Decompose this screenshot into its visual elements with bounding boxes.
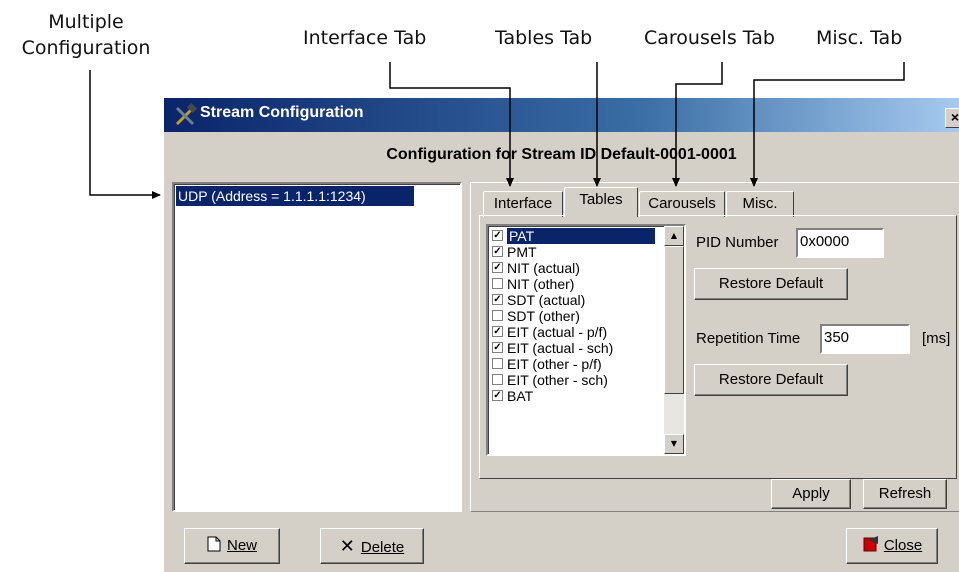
stream-configuration-window: Stream Configuration × Configuration for… (164, 98, 959, 572)
repetition-restore-default-button[interactable]: Restore Default (694, 364, 848, 396)
new-button-label: New (226, 537, 257, 554)
callout-multiple-line1: Multiple (48, 11, 124, 33)
tab-misc[interactable]: Misc. (726, 191, 794, 217)
scrollbar-thumb[interactable] (664, 246, 684, 394)
table-list-item[interactable]: ✓ EIT (actual - sch) (490, 340, 662, 356)
tables-tab-panel: ✓ PAT ✓ PMT ✓ NIT (actual) NIT (other) ✓ SDT (ac… (479, 215, 957, 479)
new-button[interactable]: New (184, 528, 280, 564)
arrow-multiple-configuration (89, 70, 161, 199)
table-list-item-label: PAT (507, 228, 655, 244)
checkbox-unchecked-icon[interactable] (492, 358, 503, 369)
table-list-item-label: EIT (other - p/f) (507, 356, 602, 372)
table-list-item[interactable]: ✓ NIT (actual) (490, 260, 662, 276)
configuration-list[interactable]: UDP (Address = 1.1.1.1:1234) (172, 182, 462, 512)
checkbox-unchecked-icon[interactable] (492, 278, 503, 289)
delete-button[interactable]: ✕ Delete (320, 528, 424, 564)
tables-list-scrollbar[interactable]: ▲ ▼ (664, 226, 684, 454)
table-list-item-label: EIT (actual - sch) (507, 340, 614, 356)
close-button[interactable]: Close (846, 528, 938, 564)
close-icon[interactable]: × (945, 108, 959, 128)
refresh-button[interactable]: Refresh (863, 479, 947, 509)
repetition-time-label: Repetition Time (696, 330, 801, 347)
bottom-button-bar: New ✕ Delete Close (164, 512, 959, 572)
checkbox-unchecked-icon[interactable] (492, 374, 503, 385)
tables-list[interactable]: ✓ PAT ✓ PMT ✓ NIT (actual) NIT (other) ✓ SDT (ac… (486, 224, 686, 456)
delete-x-icon: ✕ (339, 536, 355, 556)
callout-multiple-line2: Configuration (21, 37, 151, 59)
delete-button-label: Delete (360, 539, 405, 556)
checkbox-checked-icon[interactable]: ✓ (492, 390, 503, 401)
table-list-item-label: EIT (actual - p/f) (507, 324, 608, 340)
scroll-up-icon[interactable]: ▲ (664, 226, 684, 246)
pid-restore-default-button[interactable]: Restore Default (694, 268, 848, 300)
configuration-list-item[interactable]: UDP (Address = 1.1.1.1:1234) (176, 186, 414, 206)
table-list-item-label: SDT (actual) (507, 292, 586, 308)
table-list-item-label: NIT (other) (507, 276, 575, 292)
exit-door-icon (863, 536, 878, 552)
tools-icon (175, 103, 197, 126)
table-list-item[interactable]: NIT (other) (490, 276, 662, 292)
close-button-label: Close (883, 537, 923, 554)
checkbox-checked-icon[interactable]: ✓ (492, 230, 503, 241)
pid-number-field[interactable]: 0x0000 (796, 228, 884, 258)
table-list-item-label: BAT (507, 388, 534, 404)
table-list-item-label: PMT (507, 244, 537, 260)
checkbox-checked-icon[interactable]: ✓ (492, 342, 503, 353)
table-list-item-label: EIT (other - sch) (507, 372, 608, 388)
repetition-unit-label: [ms] (922, 330, 951, 347)
callout-carousels-tab: Carousels Tab (644, 27, 775, 49)
scroll-down-icon[interactable]: ▼ (664, 434, 684, 454)
checkbox-checked-icon[interactable]: ✓ (492, 294, 503, 305)
checkbox-checked-icon[interactable]: ✓ (492, 262, 503, 273)
callout-tables-tab: Tables Tab (495, 27, 593, 49)
callout-misc-tab: Misc. Tab (816, 27, 903, 49)
table-list-item-label: SDT (other) (507, 308, 580, 324)
table-list-item-label: NIT (actual) (507, 260, 580, 276)
table-list-item[interactable]: EIT (other - sch) (490, 372, 662, 388)
pid-number-label: PID Number (696, 234, 779, 251)
configuration-heading: Configuration for Stream ID Default-0001… (386, 146, 737, 163)
tab-carousels[interactable]: Carousels (639, 191, 725, 217)
window-title: Stream Configuration (200, 104, 364, 121)
tab-area: Interface Tables Carousels Misc. ✓ PAT ✓ PM… (470, 182, 959, 512)
title-bar[interactable]: Stream Configuration × (164, 98, 959, 132)
table-list-item[interactable]: SDT (other) (490, 308, 662, 324)
repetition-time-field[interactable]: 350 (820, 324, 910, 354)
tab-interface[interactable]: Interface (483, 191, 563, 217)
checkbox-unchecked-icon[interactable] (492, 310, 503, 321)
tab-tables[interactable]: Tables (564, 187, 638, 217)
checkbox-checked-icon[interactable]: ✓ (492, 326, 503, 337)
table-list-item[interactable]: ✓ PAT (490, 228, 662, 244)
table-list-item[interactable]: ✓ BAT (490, 388, 662, 404)
new-document-icon (207, 536, 221, 552)
callout-multiple-configuration: Multiple Configuration (0, 9, 172, 61)
table-list-item[interactable]: ✓ PMT (490, 244, 662, 260)
callout-interface-tab: Interface Tab (303, 27, 427, 49)
table-list-item[interactable]: EIT (other - p/f) (490, 356, 662, 372)
apply-button[interactable]: Apply (771, 479, 851, 509)
checkbox-checked-icon[interactable]: ✓ (492, 246, 503, 257)
table-list-item[interactable]: ✓ SDT (actual) (490, 292, 662, 308)
table-list-item[interactable]: ✓ EIT (actual - p/f) (490, 324, 662, 340)
